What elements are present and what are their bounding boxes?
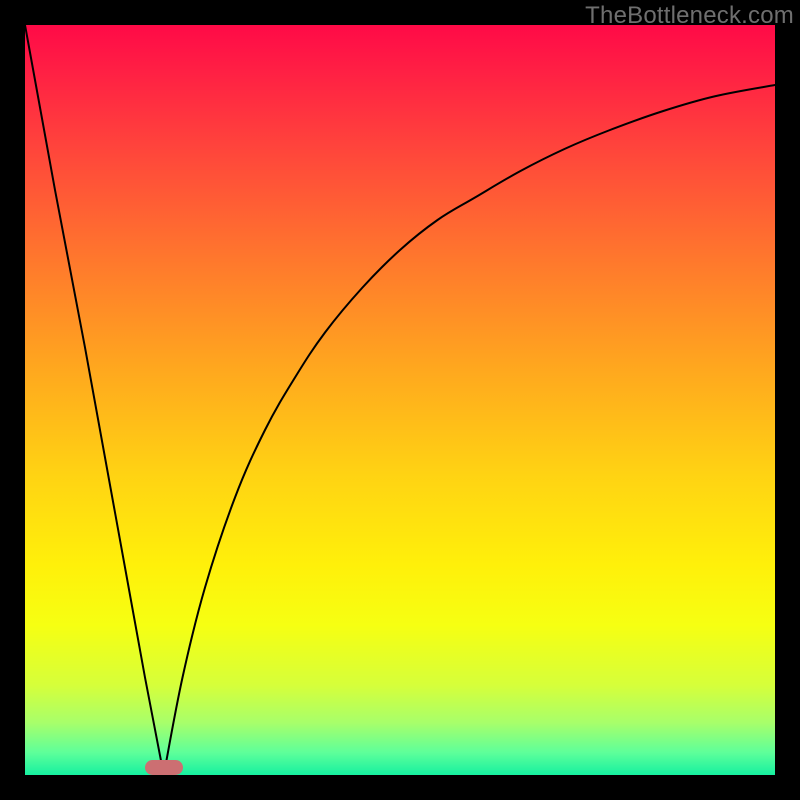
watermark-text: TheBottleneck.com xyxy=(585,2,794,30)
bottleneck-curve xyxy=(25,25,775,775)
optimal-point-marker xyxy=(145,760,183,775)
chart-plot-area xyxy=(25,25,775,775)
